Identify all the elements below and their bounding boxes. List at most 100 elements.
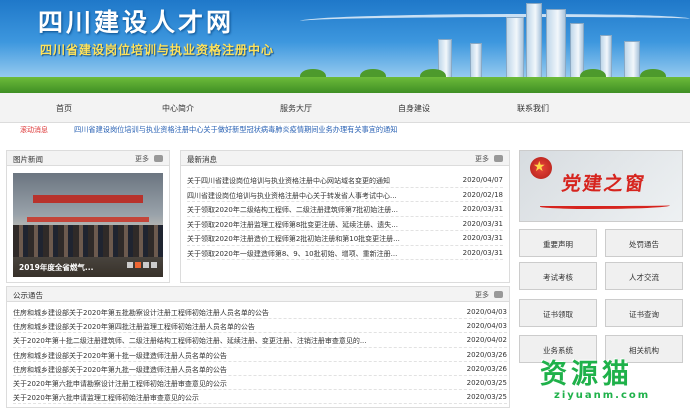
slide-dot[interactable] bbox=[143, 262, 149, 268]
photo-caption[interactable]: 2019年度全省燃气... bbox=[19, 262, 93, 273]
news-ticker: 滚动消息 四川省建设岗位培训与执业资格注册中心关于做好新型冠状病毒肺炎疫情期间业… bbox=[14, 125, 676, 137]
notice-title[interactable]: 住房和城乡建设部关于2020年第十批一级建造师注册人员名单的公告 bbox=[13, 351, 443, 361]
quick-link-label: 证书查询 bbox=[629, 310, 659, 319]
list-item[interactable]: 住房和城乡建设部关于2020年第十批一级建造师注册人员名单的公告 2020/03/… bbox=[13, 348, 507, 362]
news-title[interactable]: 关于领取2020年二级结构工程师、二级注册建筑师第7批初始注册... bbox=[187, 205, 437, 215]
quick-link-certificate-query[interactable]: 证书查询 bbox=[605, 299, 683, 327]
news-title[interactable]: 四川省建设岗位培训与执业资格注册中心关于转发省人事考试中心... bbox=[187, 191, 437, 201]
notice-date: 2020/03/25 bbox=[466, 378, 507, 387]
notice-date: 2020/04/02 bbox=[466, 336, 507, 345]
party-building-banner[interactable]: ★ 党建之窗 bbox=[519, 150, 683, 222]
quick-link-important-statement[interactable]: 重要声明 bbox=[519, 229, 597, 257]
header-ribbon-decoration bbox=[300, 14, 690, 26]
news-date: 2020/03/31 bbox=[462, 234, 503, 242]
quick-link-talent-exchange[interactable]: 人才交流 bbox=[605, 262, 683, 290]
quick-link-label: 证书领取 bbox=[543, 310, 573, 319]
list-item[interactable]: 关于领取2020年一级建造师第8、9、10批初始、增项、重新注册... 2020/… bbox=[187, 246, 503, 260]
building-decoration bbox=[506, 17, 524, 79]
nav-item-about[interactable]: 中心简介 bbox=[162, 103, 194, 114]
nav-item-service[interactable]: 服务大厅 bbox=[280, 103, 312, 114]
latest-news-list: 关于四川省建设岗位培训与执业资格注册中心网站域名变更的通知 2020/04/07 … bbox=[187, 173, 503, 260]
news-title[interactable]: 关于领取2020年注册监理工程师第8批变更注册、延续注册、遗失... bbox=[187, 220, 437, 230]
slide-dot[interactable] bbox=[127, 262, 133, 268]
news-date: 2020/03/31 bbox=[462, 219, 503, 228]
list-item[interactable]: 关于四川省建设岗位培训与执业资格注册中心网站域名变更的通知 2020/04/07 bbox=[187, 173, 503, 188]
notices-list: 住房和城乡建设部关于2020年第五批勘察设计注册工程师初始注册人员名单的公告 20… bbox=[13, 305, 507, 405]
notice-title[interactable]: 关于2020年第六批申请监理工程师初始注册审查意见的公示 bbox=[13, 393, 443, 403]
news-date: 2020/04/07 bbox=[462, 176, 503, 184]
more-link[interactable]: 更多 bbox=[475, 154, 489, 164]
quick-link-label: 考试考核 bbox=[543, 273, 573, 282]
list-item[interactable]: 关于领取2020年二级结构工程师、二级注册建筑师第7批初始注册... 2020/0… bbox=[187, 202, 503, 217]
news-title[interactable]: 关于四川省建设岗位培训与执业资格注册中心网站域名变更的通知 bbox=[187, 176, 437, 186]
quick-link-label: 重要声明 bbox=[543, 240, 573, 249]
notice-title[interactable]: 关于2020年第六批申请勘察设计注册工程师初始注册审查意见的公示 bbox=[13, 379, 443, 389]
building-decoration bbox=[570, 23, 584, 79]
quick-link-label: 处罚通告 bbox=[629, 240, 659, 249]
more-arrow-icon[interactable] bbox=[494, 291, 503, 298]
notice-title[interactable]: 住房和城乡建设部关于2020年第九批一级建造师注册人员名单的公告 bbox=[13, 365, 443, 375]
panel-title: 图片新闻 bbox=[13, 155, 43, 164]
list-item[interactable]: 四川省建设岗位培训与执业资格注册中心关于转发省人事考试中心... 2020/02/… bbox=[187, 188, 503, 202]
quick-link-label: 人才交流 bbox=[629, 273, 659, 282]
notice-date: 2020/04/03 bbox=[466, 308, 507, 316]
list-item[interactable]: 关于2020年第六批申请监理工程师初始注册审查意见的公示 2020/03/25 bbox=[13, 390, 507, 405]
notice-title[interactable]: 住房和城乡建设部关于2020年第五批勘察设计注册工程师初始注册人员名单的公告 bbox=[13, 308, 443, 318]
more-link[interactable]: 更多 bbox=[475, 290, 489, 300]
list-item[interactable]: 关于领取2020年注册造价工程师第2批初始注册和第10批变更注册... 2020/… bbox=[187, 231, 503, 246]
notice-title[interactable]: 住房和城乡建设部关于2020年第四批注册监理工程师初始注册人员名单的公告 bbox=[13, 322, 443, 332]
list-item[interactable]: 住房和城乡建设部关于2020年第九批一级建造师注册人员名单的公告 2020/03/… bbox=[13, 362, 507, 376]
building-decoration bbox=[624, 41, 640, 79]
quick-link-penalty-notice[interactable]: 处罚通告 bbox=[605, 229, 683, 257]
grass-decoration bbox=[0, 77, 690, 93]
notices-panel: 公示通告 更多 住房和城乡建设部关于2020年第五批勘察设计注册工程师初始注册人… bbox=[6, 286, 510, 408]
more-arrow-icon[interactable] bbox=[494, 155, 503, 162]
panel-title: 最新消息 bbox=[187, 155, 217, 164]
site-logo-title[interactable]: 四川建设人才网 bbox=[38, 3, 234, 39]
site-header: 四川建设人才网 四川省建设岗位培训与执业资格注册中心 bbox=[0, 0, 690, 93]
news-date: 2020/02/18 bbox=[462, 190, 503, 199]
latest-news-panel: 最新消息 更多 关于四川省建设岗位培训与执业资格注册中心网站域名变更的通知 202… bbox=[180, 150, 510, 283]
more-arrow-icon[interactable] bbox=[154, 155, 163, 162]
main-nav: 首页 中心简介 服务大厅 自身建设 联系我们 bbox=[0, 93, 690, 123]
party-banner-text: 党建之窗 bbox=[560, 173, 648, 195]
nav-item-contact[interactable]: 联系我们 bbox=[517, 103, 549, 114]
ticker-link[interactable]: 四川省建设岗位培训与执业资格注册中心关于做好新型冠状病毒肺炎疫情期间业务办理有关… bbox=[74, 125, 397, 135]
list-item[interactable]: 关于领取2020年注册监理工程师第8批变更注册、延续注册、遗失... 2020/0… bbox=[187, 217, 503, 231]
notice-date: 2020/03/25 bbox=[466, 393, 507, 402]
list-item[interactable]: 住房和城乡建设部关于2020年第四批注册监理工程师初始注册人员名单的公告 2020… bbox=[13, 319, 507, 334]
swoosh-decoration bbox=[540, 203, 670, 209]
notice-date: 2020/04/03 bbox=[466, 322, 507, 331]
nav-item-self-building[interactable]: 自身建设 bbox=[398, 103, 430, 114]
quick-link-certificate-collect[interactable]: 证书领取 bbox=[519, 299, 597, 327]
watermark-logo-text: 资源猫 bbox=[540, 359, 633, 390]
star-icon: ★ bbox=[533, 159, 546, 175]
panel-header: 公示通告 更多 bbox=[7, 287, 509, 302]
more-link[interactable]: 更多 bbox=[135, 154, 149, 164]
list-item[interactable]: 关于2020年第十批二级注册建筑师、二级注册结构工程师初始注册、延续注册、变更注… bbox=[13, 333, 507, 348]
photo-banner-decoration bbox=[27, 217, 149, 222]
news-date: 2020/03/31 bbox=[462, 248, 503, 257]
site-subtitle: 四川省建设岗位培训与执业资格注册中心 bbox=[40, 43, 275, 57]
panel-header: 图片新闻 更多 bbox=[7, 151, 169, 166]
slide-indicator bbox=[125, 262, 157, 270]
news-title[interactable]: 关于领取2020年一级建造师第8、9、10批初始、增项、重新注册... bbox=[187, 249, 437, 259]
quick-link-exams[interactable]: 考试考核 bbox=[519, 262, 597, 290]
list-item[interactable]: 关于2020年第六批申请勘察设计注册工程师初始注册审查意见的公示 2020/03/… bbox=[13, 376, 507, 391]
panel-title: 公示通告 bbox=[13, 291, 43, 300]
ticker-label: 滚动消息 bbox=[20, 126, 48, 134]
photo-banner-decoration bbox=[33, 195, 143, 203]
nav-item-home[interactable]: 首页 bbox=[56, 103, 72, 114]
photo-news-image[interactable]: 2019年度全省燃气... bbox=[13, 173, 163, 277]
news-title[interactable]: 关于领取2020年注册造价工程师第2批初始注册和第10批变更注册... bbox=[187, 234, 437, 244]
photo-news-panel: 图片新闻 更多 2019年度全省燃气... bbox=[6, 150, 170, 283]
watermark: 资源猫 ziyuanm.com bbox=[532, 352, 682, 408]
panel-header: 最新消息 更多 bbox=[181, 151, 509, 166]
slide-dot-active[interactable] bbox=[135, 262, 141, 268]
notice-title[interactable]: 关于2020年第十批二级注册建筑师、二级注册结构工程师初始注册、延续注册、变更注… bbox=[13, 336, 443, 346]
building-decoration bbox=[526, 3, 542, 79]
watermark-url: ziyuanm.com bbox=[554, 390, 651, 401]
photo-audience-decoration bbox=[13, 225, 163, 257]
list-item[interactable]: 住房和城乡建设部关于2020年第五批勘察设计注册工程师初始注册人员名单的公告 20… bbox=[13, 305, 507, 320]
slide-dot[interactable] bbox=[151, 262, 157, 268]
